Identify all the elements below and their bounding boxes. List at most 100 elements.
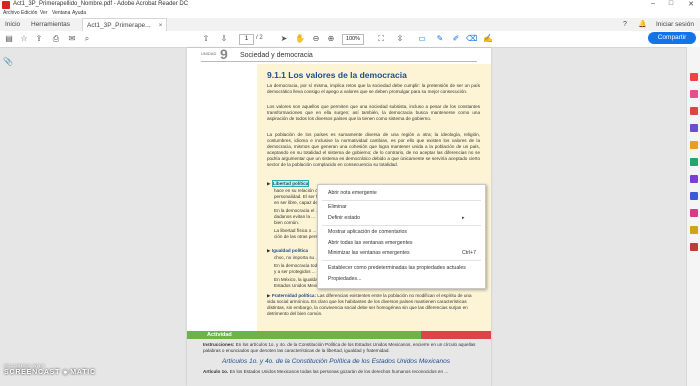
menu-item-label: Minimizar las ventanas emergentes xyxy=(328,250,410,256)
article-1-text: En los Estados Unidos Mexicanos todas la… xyxy=(229,369,449,374)
watermark-line3: MATIC xyxy=(70,369,96,376)
scroll-mode-icon[interactable]: ⇳ xyxy=(395,34,405,44)
help-icon[interactable]: ? xyxy=(623,18,627,31)
attachment-icon[interactable]: 📎 xyxy=(3,57,13,66)
sign-in-link[interactable]: Iniciar sesión xyxy=(656,18,694,31)
unit-number: 9 xyxy=(220,48,228,62)
paragraph-1: La democracia, por sí misma, implica ret… xyxy=(267,83,480,94)
unit-title: Sociedad y democracia xyxy=(240,52,313,59)
tab-tools[interactable]: Herramientas xyxy=(31,18,70,31)
maximize-icon[interactable]: □ xyxy=(664,0,678,7)
menu-edicion[interactable]: Edición xyxy=(21,10,37,16)
menu-item-delete[interactable]: Eliminar xyxy=(328,204,347,210)
article-heading: Artículos 1o. y 4o. de la Constitución P… xyxy=(222,358,450,365)
tab-home[interactable]: Inicio xyxy=(5,18,20,31)
menu-item-open-all-popups[interactable]: Abrir todas las ventanas emergentes xyxy=(328,240,413,246)
menu-item-set-defaults[interactable]: Establecer como predeterminadas las prop… xyxy=(328,265,466,271)
protect-icon[interactable] xyxy=(690,192,698,200)
draw-icon[interactable]: ✐ xyxy=(451,34,461,44)
email-icon[interactable]: ✉ xyxy=(67,34,77,44)
create-pdf-tool-icon[interactable] xyxy=(690,90,698,98)
watermark-line2: SCREENCAST xyxy=(4,369,61,376)
menu-separator xyxy=(322,260,481,261)
toolbar: ▤ ☆ ⇪ ⎙ ✉ ⌕ ⇧ ⇩ 1 / 2 ➤ ✋ ⊖ ⊕ 100% ⛶ ⇳ ▭… xyxy=(0,31,700,48)
unit-label: UNIDAD xyxy=(201,51,217,56)
export-pdf-icon[interactable] xyxy=(690,73,698,81)
hand-tool-icon[interactable]: ✋ xyxy=(295,34,305,44)
select-tool-icon[interactable]: ➤ xyxy=(279,34,289,44)
menu-item-minimize-popups[interactable]: Minimizar las ventanas emergentes Ctrl+7 xyxy=(328,250,476,256)
menu-item-show-comments[interactable]: Mostrar aplicación de comentarios xyxy=(328,229,407,235)
screencast-watermark: RECORDED WITH SCREENCAST ◉ MATIC xyxy=(4,363,96,376)
menu-ventana[interactable]: Ventana xyxy=(52,10,70,16)
share-button[interactable]: Compartir xyxy=(648,32,696,44)
title-bar: Act1_3P_Primerapellido_Nombre.pdf - Adob… xyxy=(0,0,700,10)
combine-icon[interactable] xyxy=(690,158,698,166)
search-icon[interactable]: ⌕ xyxy=(82,34,92,44)
page-number-input[interactable]: 1 xyxy=(239,34,254,45)
zoom-in-icon[interactable]: ⊕ xyxy=(326,34,336,44)
activity-banner: Actividad xyxy=(187,331,491,339)
menu-separator xyxy=(322,225,481,226)
upload-icon[interactable]: ⇪ xyxy=(34,34,44,44)
organize-icon[interactable] xyxy=(690,124,698,132)
menu-bar: Archivo Edición Ver Ventana Ayuda xyxy=(0,10,700,18)
page-total: / 2 xyxy=(256,35,263,41)
highlighted-comment[interactable]: Libertad política xyxy=(271,180,310,187)
compress-icon[interactable] xyxy=(690,226,698,234)
activity-bar-red xyxy=(421,331,491,339)
paragraph-2: Los valores son aquellos que permiten qu… xyxy=(267,104,480,121)
zoom-out-icon[interactable]: ⊖ xyxy=(311,34,321,44)
paragraph-3: La población de los países es sumamente … xyxy=(267,132,480,167)
activity-label: Actividad xyxy=(207,332,232,338)
more-tools-icon[interactable] xyxy=(690,243,698,251)
watermark-dot-icon: ◉ xyxy=(62,369,69,376)
send-icon[interactable] xyxy=(690,209,698,217)
sign-icon[interactable]: ✍ xyxy=(483,34,493,44)
instructions-label: Instrucciones: xyxy=(203,342,235,347)
zoom-select[interactable]: 100% xyxy=(342,34,364,45)
menu-ayuda[interactable]: Ayuda xyxy=(72,10,86,16)
page-up-icon[interactable]: ⇧ xyxy=(201,34,211,44)
bullet-title: Igualdad política xyxy=(271,248,309,253)
submenu-arrow-icon: ▸ xyxy=(462,215,465,221)
menu-separator xyxy=(322,200,481,201)
print-icon[interactable]: ⎙ xyxy=(51,34,61,44)
right-tools-pane xyxy=(686,47,700,386)
comment-tool-icon[interactable] xyxy=(690,141,698,149)
menu-archivo[interactable]: Archivo xyxy=(3,10,20,16)
menu-item-label: Definir estado xyxy=(328,215,361,221)
context-menu: Abrir nota emergente Eliminar Definir es… xyxy=(317,184,486,289)
bookmark-icon[interactable]: ☆ xyxy=(19,34,29,44)
comment-icon[interactable]: ▭ xyxy=(417,34,427,44)
menu-item-set-status[interactable]: Definir estado ▸ xyxy=(328,215,465,221)
header-divider xyxy=(201,61,477,62)
create-pdf-icon[interactable]: ▤ xyxy=(4,34,14,44)
instructions: Instrucciones: En los artículos 1o. y 4o… xyxy=(203,342,483,354)
tab-document[interactable]: Act1_3P_Primerape... × xyxy=(82,18,168,32)
page-down-icon[interactable]: ⇩ xyxy=(219,34,229,44)
bullet-fraternidad: ▶ Fraternidad política: Las diferencias … xyxy=(267,293,472,316)
edit-pdf-icon[interactable] xyxy=(690,107,698,115)
menu-item-properties[interactable]: Propiedades... xyxy=(328,276,361,282)
bell-icon[interactable]: 🔔 xyxy=(638,18,647,31)
fit-page-icon[interactable]: ⛶ xyxy=(376,34,386,44)
tab-bar: Inicio Herramientas Act1_3P_Primerape...… xyxy=(0,18,700,32)
menu-item-open-popup[interactable]: Abrir nota emergente xyxy=(328,190,377,196)
article-1: Artículo 1o. En los Estados Unidos Mexic… xyxy=(203,369,483,375)
bullet-title: Fraternidad política: xyxy=(271,293,316,298)
fill-sign-icon[interactable] xyxy=(690,175,698,183)
menu-shortcut: Ctrl+7 xyxy=(462,250,476,256)
menu-ver[interactable]: Ver xyxy=(40,10,48,16)
section-heading: 9.1.1 Los valores de la democracia xyxy=(267,70,407,80)
tab-close-icon[interactable]: × xyxy=(159,22,163,29)
close-window-icon[interactable]: ✕ xyxy=(684,0,698,8)
window-title: Act1_3P_Primerapellido_Nombre.pdf - Adob… xyxy=(13,1,189,7)
acrobat-app-icon xyxy=(2,1,10,9)
minimize-icon[interactable]: – xyxy=(646,0,660,7)
article-1-label: Artículo 1o. xyxy=(203,369,229,374)
highlight-icon[interactable]: ✎ xyxy=(435,34,445,44)
instructions-text: En los artículos 1o. y 4o. de la Constit… xyxy=(203,342,476,353)
tab-document-label: Act1_3P_Primerape... xyxy=(87,22,151,29)
eraser-icon[interactable]: ⌫ xyxy=(466,34,477,44)
